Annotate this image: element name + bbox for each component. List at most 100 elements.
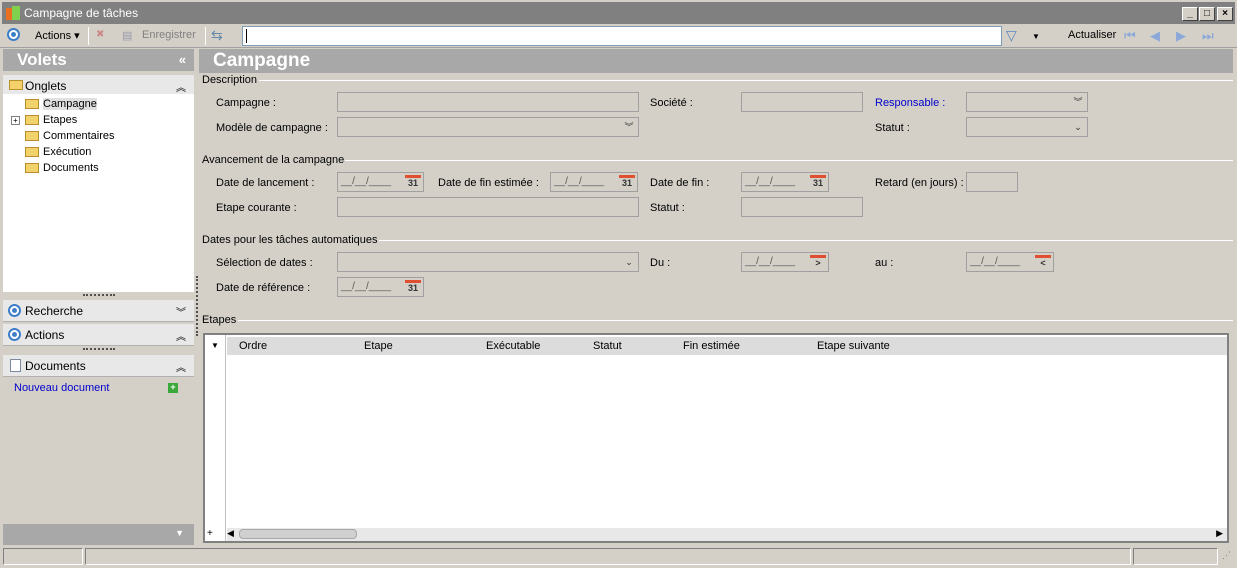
refresh-button[interactable]: Actualiser: [1068, 29, 1116, 41]
tree-item-campagne[interactable]: Campagne: [25, 98, 97, 112]
group-divider: [345, 160, 1233, 161]
du-date-field[interactable]: __/__/____ >: [741, 252, 829, 272]
tree-item-commentaires[interactable]: Commentaires: [25, 130, 115, 144]
section-documents-label: Documents: [25, 359, 86, 373]
retard-field[interactable]: [966, 172, 1018, 192]
group-avancement: Avancement de la campagne: [202, 154, 345, 166]
scroll-thumb[interactable]: [239, 529, 357, 539]
actions-label: Actions: [35, 30, 72, 42]
tree-item-label: Documents: [43, 162, 99, 174]
folder-icon: [25, 163, 39, 174]
date-mask: __/__/____: [970, 256, 1021, 267]
au-date-field[interactable]: __/__/____ <: [966, 252, 1054, 272]
date-fin-field[interactable]: __/__/____ 31: [741, 172, 829, 192]
actions-panel-icon: [8, 328, 21, 341]
first-record-icon[interactable]: ⏮: [1124, 28, 1136, 44]
date-back-icon[interactable]: <: [1035, 255, 1051, 269]
retard-label: Retard (en jours) :: [875, 177, 964, 189]
actions-menu[interactable]: Actions ▾: [35, 29, 80, 42]
delete-icon[interactable]: ✖: [96, 29, 104, 40]
societe-field[interactable]: [741, 92, 863, 112]
date-mask: __/__/____: [554, 176, 605, 187]
tree-item-execution[interactable]: Exécution: [25, 146, 91, 160]
calendar-icon[interactable]: 31: [405, 175, 421, 189]
next-record-icon[interactable]: ▶: [1176, 28, 1186, 44]
splitter-grip[interactable]: [83, 348, 115, 351]
maximize-button[interactable]: □: [1199, 7, 1215, 21]
page-title: Campagne: [213, 50, 311, 71]
column-statut[interactable]: Statut: [593, 340, 622, 352]
campagne-label: Campagne :: [216, 97, 276, 109]
selection-dates-select[interactable]: ⌄: [337, 252, 639, 272]
filter-input[interactable]: [242, 26, 1002, 46]
chevron-down-icon[interactable]: ⌄: [1071, 120, 1085, 134]
document-icon: [10, 359, 21, 372]
close-button[interactable]: ×: [1217, 7, 1233, 21]
date-forward-icon[interactable]: >: [810, 255, 826, 269]
group-divider: [379, 240, 1233, 241]
date-fin-estimee-field[interactable]: __/__/____ 31: [550, 172, 638, 192]
date-reference-field[interactable]: __/__/____ 31: [337, 277, 424, 297]
column-executable[interactable]: Exécutable: [486, 340, 540, 352]
new-document-link[interactable]: Nouveau document: [14, 382, 109, 394]
chevron-down-icon[interactable]: ︾: [176, 304, 186, 319]
double-chevron-down-icon[interactable]: ︾: [622, 120, 636, 134]
expand-icon[interactable]: +: [11, 116, 20, 125]
column-etape-suivante[interactable]: Etape suivante: [817, 340, 890, 352]
sync-icon[interactable]: ⇆: [211, 27, 223, 44]
etape-courante-field[interactable]: [337, 197, 639, 217]
section-actions[interactable]: Actions ︽: [3, 324, 194, 346]
etapes-grid[interactable]: ▼ Ordre Etape Exécutable Statut Fin esti…: [203, 333, 1229, 543]
add-row-icon[interactable]: +: [207, 528, 213, 539]
filter-dropdown-icon[interactable]: ▼: [1032, 32, 1040, 41]
section-recherche[interactable]: Recherche ︾: [3, 300, 194, 322]
statut-select[interactable]: ⌄: [966, 117, 1088, 137]
column-etape[interactable]: Etape: [364, 340, 393, 352]
folder-icon: [25, 147, 39, 158]
calendar-icon[interactable]: 31: [810, 175, 826, 189]
scroll-right-icon[interactable]: ▶: [1216, 528, 1223, 539]
splitter-grip[interactable]: [83, 294, 115, 297]
chevron-down-icon[interactable]: ⌄: [622, 255, 636, 269]
double-chevron-down-icon[interactable]: ︾: [1071, 95, 1085, 109]
tree-item-label: Etapes: [43, 114, 78, 126]
section-documents[interactable]: Documents ︽: [3, 355, 194, 377]
tree-item-documents[interactable]: Documents: [25, 162, 99, 176]
campagne-field[interactable]: [337, 92, 639, 112]
statut-label: Statut :: [875, 122, 910, 134]
tree-item-label: Exécution: [43, 146, 92, 158]
date-mask: __/__/____: [745, 256, 796, 267]
calendar-icon[interactable]: 31: [619, 175, 635, 189]
vertical-splitter[interactable]: [196, 276, 198, 336]
resize-grip-icon[interactable]: ⋰: [1222, 550, 1231, 561]
column-fin-estimee[interactable]: Fin estimée: [683, 340, 740, 352]
date-lancement-field[interactable]: __/__/____ 31: [337, 172, 424, 192]
calendar-icon[interactable]: 31: [405, 280, 421, 294]
responsable-select[interactable]: ︾: [966, 92, 1088, 112]
chevron-down-icon[interactable]: ▼: [175, 528, 184, 538]
collapse-sidebar-icon[interactable]: «: [179, 52, 186, 67]
column-ordre[interactable]: Ordre: [239, 340, 267, 352]
chevron-up-icon[interactable]: ︽: [176, 359, 186, 374]
scroll-left-icon[interactable]: ◀: [227, 528, 234, 539]
tree-item-etapes[interactable]: Etapes: [25, 114, 77, 128]
previous-record-icon[interactable]: ◀: [1150, 28, 1160, 44]
save-button[interactable]: Enregistrer: [142, 29, 196, 41]
filter-icon[interactable]: ▽: [1006, 27, 1017, 44]
add-document-icon[interactable]: +: [168, 383, 178, 393]
actions-icon: [7, 28, 20, 41]
date-reference-label: Date de référence :: [216, 282, 311, 294]
modele-select[interactable]: ︾: [337, 117, 639, 137]
save-icon: ▤: [122, 30, 133, 42]
responsable-link[interactable]: Responsable :: [875, 97, 945, 109]
last-record-icon[interactable]: ⏭: [1202, 28, 1214, 44]
minimize-button[interactable]: _: [1182, 7, 1198, 21]
section-actions-label: Actions: [25, 328, 65, 342]
horizontal-scrollbar[interactable]: + ◀ ▶: [207, 528, 1227, 541]
tree-item-label: Campagne: [43, 98, 97, 110]
grid-menu-icon[interactable]: ▼: [211, 341, 219, 350]
chevron-up-icon[interactable]: ︽: [176, 79, 186, 94]
chevron-up-icon[interactable]: ︽: [176, 328, 186, 343]
avancement-statut-field[interactable]: [741, 197, 863, 217]
section-onglets-label: Onglets: [25, 79, 67, 93]
